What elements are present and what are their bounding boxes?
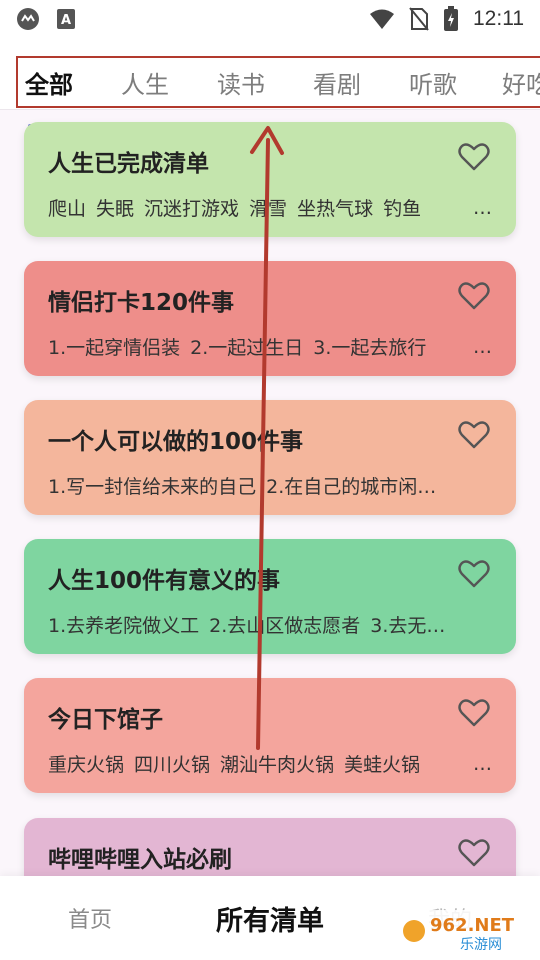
card-item: 3.一起去旅行 (313, 337, 427, 359)
card-item: 美蛙火锅 (344, 754, 421, 776)
watermark-subtitle: 乐游网 (460, 937, 502, 953)
app-logo-icon (16, 7, 40, 31)
checklist-card[interactable]: 情侣打卡120件事 1.一起穿情侣装 2.一起过生日 3.一起去旅行 … (24, 261, 516, 376)
ellipsis: … (473, 335, 492, 358)
category-tab-bar: 全部 人生 读书 看剧 听歌 好吃 (0, 38, 540, 128)
heart-icon[interactable] (458, 559, 490, 589)
nav-home[interactable]: 首页 (40, 876, 140, 960)
ellipsis: … (473, 196, 492, 219)
wifi-icon (369, 8, 395, 30)
checklist-card[interactable]: 人生100件有意义的事 1.去养老院做义工 2.去山区做志愿者 3.去无… (24, 539, 516, 654)
card-title: 一个人可以做的100件事 (48, 429, 304, 455)
card-title: 哔哩哔哩入站必刷 (48, 847, 232, 873)
battery-charging-icon (443, 6, 459, 32)
heart-icon[interactable] (458, 281, 490, 311)
watermark-brand: 962.NET (430, 915, 515, 936)
card-item: 爬山 (48, 198, 87, 220)
card-item: 3.去无… (370, 615, 446, 637)
checklist-card[interactable]: 一个人可以做的100件事 1.写一封信给未来的自己 2.在自己的城市闲… (24, 400, 516, 515)
card-title: 人生已完成清单 (48, 151, 209, 177)
heart-icon[interactable] (458, 698, 490, 728)
site-watermark: 962.NET 乐游网 (400, 910, 530, 953)
card-item: 2.一起过生日 (190, 337, 304, 359)
card-item: 钓鱼 (383, 198, 422, 220)
card-items: 1.去养老院做义工 2.去山区做志愿者 3.去无… (48, 611, 492, 638)
clock: 12:11 (473, 7, 524, 30)
card-items: 1.写一封信给未来的自己 2.在自己的城市闲… (48, 472, 492, 499)
svg-text:A: A (61, 13, 71, 28)
card-item: 滑雪 (249, 198, 288, 220)
checklist-card[interactable]: 今日下馆子 重庆火锅 四川火锅 潮汕牛肉火锅 美蛙火锅 … (24, 678, 516, 793)
card-title: 人生100件有意义的事 (48, 568, 281, 594)
tab-life[interactable]: 人生 (118, 56, 172, 108)
tab-food[interactable]: 好吃 (502, 56, 540, 108)
card-item: 重庆火锅 (48, 754, 125, 776)
status-bar: A 12:11 (0, 0, 540, 38)
checklist-card[interactable]: 人生已完成清单 爬山 失眠 沉迷打游戏 滑雪 坐热气球 钓鱼 … (24, 122, 516, 237)
card-item: 沉迷打游戏 (144, 198, 240, 220)
nav-all-lists[interactable]: 所有清单 (195, 876, 345, 960)
card-items: 1.一起穿情侣装 2.一起过生日 3.一起去旅行 … (48, 333, 492, 360)
card-item: 1.去养老院做义工 (48, 615, 200, 637)
heart-icon[interactable] (458, 838, 490, 868)
heart-icon[interactable] (458, 420, 490, 450)
ellipsis: … (473, 752, 492, 775)
card-item: 1.写一封信给未来的自己 (48, 476, 257, 498)
card-item: 1.一起穿情侣装 (48, 337, 181, 359)
checklist-card[interactable]: 哔哩哔哩入站必刷 (24, 818, 516, 876)
no-sim-icon (409, 7, 429, 31)
card-item: 2.在自己的城市闲… (266, 476, 437, 498)
category-tabs: 全部 人生 读书 看剧 听歌 好吃 (0, 56, 540, 108)
card-items: 爬山 失眠 沉迷打游戏 滑雪 坐热气球 钓鱼 … (48, 194, 492, 221)
tab-music[interactable]: 听歌 (406, 56, 460, 108)
card-item: 四川火锅 (134, 754, 211, 776)
card-item: 失眠 (96, 198, 135, 220)
card-items: 重庆火锅 四川火锅 潮汕牛肉火锅 美蛙火锅 … (48, 750, 492, 777)
checklist-list[interactable]: 人生已完成清单 爬山 失眠 沉迷打游戏 滑雪 坐热气球 钓鱼 … 情侣打卡120… (0, 110, 540, 876)
card-item: 潮汕牛肉火锅 (220, 754, 335, 776)
tab-dramas[interactable]: 看剧 (310, 56, 364, 108)
card-item: 坐热气球 (297, 198, 374, 220)
card-item: 2.去山区做志愿者 (209, 615, 361, 637)
card-title: 情侣打卡120件事 (48, 290, 235, 316)
heart-icon[interactable] (458, 142, 490, 172)
a-notification-icon: A (56, 8, 76, 30)
tab-reading[interactable]: 读书 (214, 56, 268, 108)
card-title: 今日下馆子 (48, 707, 163, 733)
tab-all[interactable]: 全部 (22, 56, 76, 108)
